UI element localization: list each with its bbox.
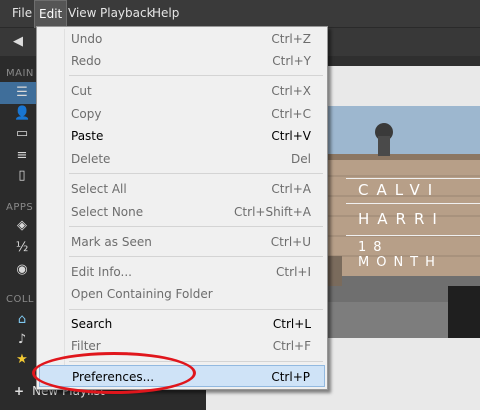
menu-item-label: Filter <box>71 339 101 353</box>
album-title-line2: HARRI <box>358 210 445 228</box>
menu-item-mark-as-seen[interactable]: Mark as Seen Ctrl+U <box>39 231 325 253</box>
menu-separator <box>69 361 323 362</box>
menu-item-paste[interactable]: Paste Ctrl+V <box>39 125 325 147</box>
menu-bar: File Edit View Playback Help <box>0 0 480 28</box>
album-rule <box>346 203 480 204</box>
menu-item-shortcut: Ctrl+F <box>272 339 311 353</box>
menu-item-filter[interactable]: Filter Ctrl+F <box>39 335 325 357</box>
menu-item-shortcut: Ctrl+A <box>271 182 311 196</box>
menu-item-edit-info[interactable]: Edit Info... Ctrl+I <box>39 261 325 283</box>
broadcast-icon[interactable]: ◉ <box>14 262 30 278</box>
menu-separator <box>69 75 323 76</box>
menu-item-label: Copy <box>71 107 102 121</box>
menu-item-label: Select All <box>71 182 127 196</box>
menu-item-cut[interactable]: Cut Ctrl+X <box>39 80 325 102</box>
menu-item-label: Search <box>71 317 113 331</box>
menu-item-shortcut: Ctrl+V <box>271 129 311 143</box>
sidebar-heading-main: MAIN <box>6 68 34 79</box>
menu-edit[interactable]: Edit <box>34 0 68 28</box>
menu-item-search[interactable]: Search Ctrl+L <box>39 313 325 335</box>
menu-help[interactable]: Help <box>148 0 183 27</box>
menu-item-label: Preferences... <box>72 370 155 384</box>
menu-separator <box>69 256 323 257</box>
menu-item-label: Mark as Seen <box>71 235 152 249</box>
album-title-line3: 18 MONTH <box>358 240 442 270</box>
menu-item-label: Edit Info... <box>71 265 132 279</box>
menu-item-undo[interactable]: Undo Ctrl+Z <box>39 28 325 50</box>
sidebar-heading-apps: APPS <box>6 202 34 213</box>
menu-item-open-containing-folder[interactable]: Open Containing Folder <box>39 283 325 305</box>
drive-icon[interactable]: ▭ <box>14 126 30 142</box>
menu-item-shortcut: Ctrl+Z <box>271 32 311 46</box>
plus-icon: + <box>14 384 25 398</box>
home-icon[interactable]: ⌂ <box>14 312 30 328</box>
menu-item-shortcut: Ctrl+U <box>270 235 311 249</box>
menu-item-label: Open Containing Folder <box>71 287 213 301</box>
user-icon[interactable]: 👤 <box>14 106 30 122</box>
menu-item-label: Redo <box>71 54 102 68</box>
document-icon[interactable]: ▯ <box>14 168 30 184</box>
box-icon[interactable]: ◈ <box>14 218 30 234</box>
sidebar: MAIN ☰ 👤 ▭ ≡ ▯ APPS ◈ ½ ◉ COLL ⌂ ♪ ★ <box>0 56 36 410</box>
menu-item-shortcut: Ctrl+L <box>272 317 311 331</box>
menu-item-label: Paste <box>71 129 104 143</box>
menu-item-redo[interactable]: Redo Ctrl+Y <box>39 50 325 72</box>
menu-item-shortcut: Ctrl+X <box>271 84 311 98</box>
menu-item-delete[interactable]: Delete Del <box>39 148 325 170</box>
list-icon[interactable]: ☰ <box>14 85 30 101</box>
menu-item-select-all[interactable]: Select All Ctrl+A <box>39 178 325 200</box>
menu-item-shortcut: Ctrl+I <box>276 265 311 279</box>
menu-separator <box>69 309 323 310</box>
menu-item-shortcut: Ctrl+Shift+A <box>234 205 311 219</box>
menu-item-label: Select None <box>71 205 144 219</box>
sidebar-heading-collections: COLL <box>6 294 34 305</box>
menu-item-label: Cut <box>71 84 92 98</box>
menu-view[interactable]: View <box>64 0 100 27</box>
menu-separator <box>69 173 323 174</box>
menu-item-label: Undo <box>71 32 103 46</box>
menu-separator <box>69 226 323 227</box>
numbers-icon[interactable]: ½ <box>14 240 30 256</box>
lines-icon[interactable]: ≡ <box>14 148 30 164</box>
edit-menu: Undo Ctrl+Z Redo Ctrl+Y Cut Ctrl+X Copy … <box>36 26 328 390</box>
album-rule <box>346 178 480 179</box>
menu-item-label: Delete <box>71 152 111 166</box>
album-rule <box>346 235 480 236</box>
menu-item-copy[interactable]: Copy Ctrl+C <box>39 103 325 125</box>
back-arrow-icon[interactable]: ◀ <box>8 32 28 52</box>
menu-file[interactable]: File <box>8 0 36 27</box>
menu-item-shortcut: Ctrl+P <box>271 370 310 384</box>
music-note-icon[interactable]: ♪ <box>14 332 30 348</box>
menu-item-preferences[interactable]: Preferences... Ctrl+P <box>39 365 325 387</box>
menu-item-shortcut: Ctrl+C <box>271 107 311 121</box>
star-icon[interactable]: ★ <box>14 352 30 368</box>
menu-item-select-none[interactable]: Select None Ctrl+Shift+A <box>39 201 325 223</box>
menu-item-shortcut: Del <box>291 152 311 166</box>
album-title-line1: CALVI <box>358 181 441 199</box>
menu-item-shortcut: Ctrl+Y <box>272 54 311 68</box>
